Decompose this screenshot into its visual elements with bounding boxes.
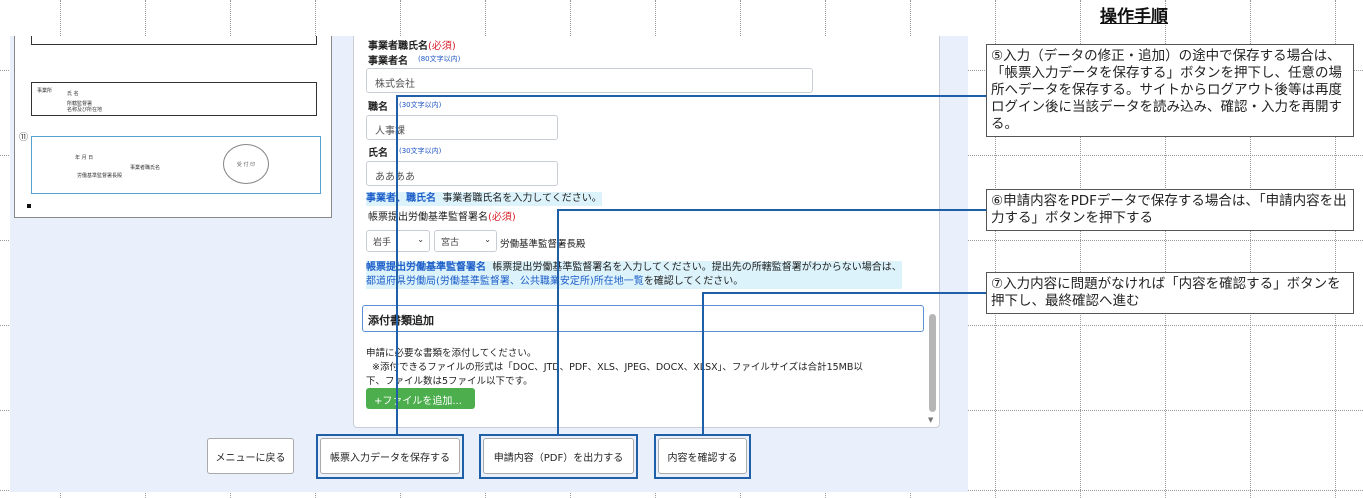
callout-step-5: ⑤入力（データの修正・追加）の途中で保存する場合は、「帳票入力データを保存する」… — [986, 44, 1354, 137]
employer-note-text: 事業者職氏名を入力してください。 — [442, 193, 602, 204]
preview-signature-box — [31, 136, 321, 194]
connector-line-5 — [396, 95, 398, 435]
office-note-text: 帳票提出労働基準監督署名を入力してください。提出先の所轄監督署がわからない場合は… — [492, 262, 902, 273]
page-title: 操作手順 — [1100, 7, 1168, 27]
office-select[interactable]: 宮古 ⌄ — [434, 230, 497, 252]
office-label: 帳票提出労働基準監督署名(必須) — [368, 212, 516, 223]
preview-stamp: 受 付 印 — [223, 144, 269, 184]
attach-format-note: ※添付できるファイルの形式は「DOC、JTD、PDF、XLS、JPEG、DOCX… — [372, 362, 863, 373]
confirm-button-highlight — [654, 434, 751, 479]
preview-director-line: 労働基準監督署長殿 — [77, 173, 123, 179]
connector-line-5 — [396, 95, 986, 97]
name-label: 氏名 — [368, 148, 388, 159]
save-button-highlight — [316, 434, 464, 479]
position-input[interactable]: 人事課 — [366, 115, 558, 140]
preview-row-small-b: 名称及び所在地 — [67, 107, 103, 113]
employer-note: 事業者、職氏名 事業者職氏名を入力してください。 — [366, 192, 602, 206]
office-note-tail: を確認してください。 — [643, 276, 744, 287]
attachment-section-header: 添付書類追加 — [362, 305, 924, 332]
preview-frame-top — [31, 36, 317, 45]
connector-line-7 — [702, 292, 704, 435]
attach-instruction: 申請に必要な書類を添付してください。 — [366, 348, 537, 359]
employer-note-highlight: 事業者、職氏名 — [366, 193, 436, 204]
office-value: 宮古 — [441, 238, 460, 248]
chevron-down-icon: ⌄ — [417, 235, 424, 244]
add-file-button[interactable]: +ファイルを追加... — [366, 388, 475, 409]
name-input[interactable]: ああああ — [366, 161, 558, 186]
office-required-mark: (必須) — [488, 212, 516, 223]
office-suffix: 労働基準監督署長殿 — [500, 239, 586, 250]
company-input[interactable]: 株式会社 — [366, 68, 813, 93]
preview-row-label-a: 事業所 — [37, 88, 53, 94]
position-label: 職名 — [368, 102, 388, 113]
preview-bullet — [27, 204, 31, 208]
preview-stamp-text: 受 付 印 — [236, 161, 256, 168]
company-hint: (80文字以内) — [418, 55, 461, 63]
name-hint: (30文字以内) — [399, 147, 442, 155]
prefecture-select[interactable]: 岩手 ⌄ — [366, 230, 430, 252]
chevron-down-icon: ⌄ — [484, 235, 491, 244]
scroll-down-icon[interactable]: ▼ — [928, 416, 933, 424]
labor-bureau-list-link[interactable]: 都道府県労働局(労働基準監督署、公共職業安定所)所在地一覧 — [366, 276, 644, 287]
document-preview: 事業所 氏 名 所轄監督署 名称及び所在地 ⑪ 年 月 日 事業者職氏名 労働基… — [14, 36, 332, 218]
callout-step-7: ⑦入力内容に問題がなければ「内容を確認する」ボタンを押下し、最終確認へ進む — [986, 272, 1354, 314]
scrollbar[interactable] — [929, 314, 936, 412]
back-to-menu-button[interactable]: メニューに戻る — [207, 438, 294, 474]
preview-date-line: 年 月 日 — [75, 155, 94, 161]
connector-line-6 — [557, 209, 986, 211]
office-note: 帳票提出労働基準監督署名 帳票提出労働基準監督署名を入力してください。提出先の所… — [366, 261, 902, 289]
callout-step-6: ⑥申請内容をPDFデータで保存する場合は、「申請内容を出力する」ボタンを押下する — [986, 189, 1354, 231]
required-mark: (必須) — [428, 41, 456, 52]
position-hint: (30文字以内) — [399, 101, 442, 109]
office-note-highlight: 帳票提出労働基準監督署名 — [366, 262, 486, 273]
connector-line-7 — [702, 292, 986, 294]
company-label: 事業者名 — [368, 56, 408, 67]
preview-row-label-b: 氏 名 — [67, 91, 79, 97]
preview-employer-label: 事業者職氏名 — [130, 165, 161, 171]
section-employer-name: 事業者職氏名(必須) — [368, 41, 456, 52]
pdf-button-highlight — [479, 434, 638, 479]
attach-limit-note: 下、ファイル数は5ファイル以下です。 — [366, 376, 533, 387]
connector-line-6 — [557, 209, 559, 435]
preview-circle-number: ⑪ — [19, 133, 29, 143]
prefecture-value: 岩手 — [373, 238, 392, 248]
